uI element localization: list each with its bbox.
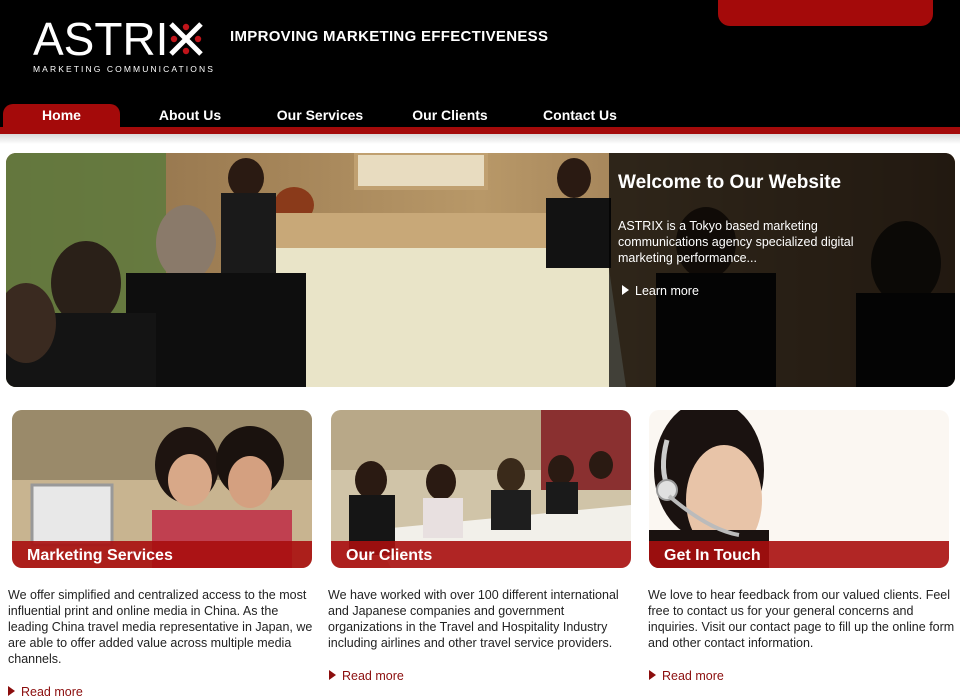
read-more-label: Read more — [21, 685, 83, 699]
card-title: Get In Touch — [664, 547, 761, 564]
read-more-link[interactable]: Read more — [329, 669, 404, 683]
read-more-link[interactable]: Read more — [649, 669, 724, 683]
learn-more-link[interactable]: Learn more — [622, 284, 699, 298]
play-arrow-icon — [329, 670, 336, 680]
hero-title: Welcome to Our Website — [618, 172, 842, 193]
card-description: We love to hear feedback from our valued… — [648, 588, 955, 650]
play-arrow-icon — [8, 686, 15, 696]
nav-red-bar — [0, 127, 960, 134]
site-tagline: IMPROVING MARKETING EFFECTIVENESS — [230, 28, 549, 45]
card-our-clients[interactable]: Our Clients — [331, 410, 631, 568]
read-more-link[interactable]: Read more — [8, 685, 83, 699]
read-more-label: Read more — [342, 669, 404, 683]
card-get-in-touch[interactable]: Get In Touch — [649, 410, 949, 568]
card-marketing-services[interactable]: Marketing Services — [12, 410, 312, 568]
play-arrow-icon — [649, 670, 656, 680]
card-description: We offer simplified and centralized acce… — [8, 588, 313, 666]
logo-x-mark-icon — [169, 22, 203, 56]
nav-shadow — [0, 134, 960, 144]
card-title: Our Clients — [346, 547, 433, 564]
hero-description: ASTRIX is a Tokyo based marketing commun… — [618, 219, 854, 265]
card-description: We have worked with over 100 different i… — [328, 588, 619, 650]
logo-wordmark: ASTRI — [33, 13, 169, 65]
logo-subtitle: MARKETING COMMUNICATIONS — [33, 64, 215, 74]
card-title: Marketing Services — [27, 547, 173, 564]
play-arrow-icon — [622, 285, 629, 295]
learn-more-label: Learn more — [635, 284, 699, 298]
read-more-label: Read more — [662, 669, 724, 683]
astrix-logo[interactable]: ASTRI MARKETING COMMUNICATIONS — [33, 14, 213, 76]
header-corner-tab — [718, 0, 933, 26]
